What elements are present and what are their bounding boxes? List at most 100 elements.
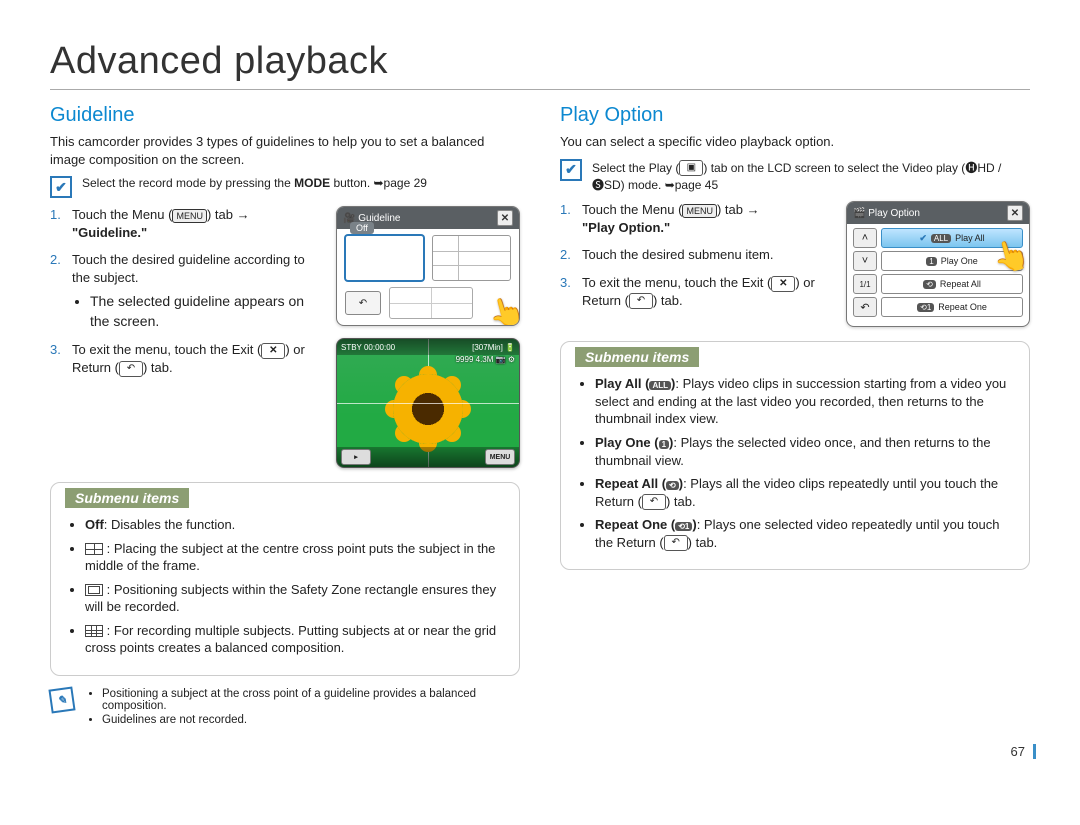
nav-return-button[interactable]: ↶ <box>853 297 877 317</box>
preview-top-left: STBY 00:00:00 <box>341 343 395 352</box>
po-steps: Touch the Menu (MENU) tab → "Play Option… <box>560 201 830 309</box>
play-all-badge-icon: ALL <box>931 234 951 243</box>
po-precheck-b: ) tab on the LCD screen to select the Vi… <box>703 161 965 175</box>
po-step-2: Touch the desired submenu item. <box>560 246 830 264</box>
po-item-label: Repeat All <box>940 279 981 289</box>
g-step1-quote: "Guideline." <box>72 225 147 240</box>
menu-button-icon[interactable]: MENU <box>485 449 515 465</box>
nav-down-button[interactable]: ˅ <box>853 251 877 271</box>
guideline-submenu-title: Submenu items <box>65 488 189 508</box>
thumb-off[interactable]: Off <box>345 235 424 281</box>
menu-icon: MENU <box>682 204 717 218</box>
grid-desc: : For recording multiple subjects. Putti… <box>85 623 496 656</box>
po-precheck-text: Select the Play (▣) tab on the LCD scree… <box>592 159 1030 194</box>
menu-icon: MENU <box>172 209 207 223</box>
playoption-menu-fig: 🎬 Play Option ✕ ˄ ✔ ALL Play All <box>846 201 1030 327</box>
note-1: Positioning a subject at the cross point… <box>102 688 520 712</box>
pa-bold: Play All ( <box>595 376 649 391</box>
ra-desc-b: ) tab. <box>666 494 696 509</box>
po-step-1: Touch the Menu (MENU) tab → "Play Option… <box>560 201 830 236</box>
precheck-check-icon: ✔ <box>50 176 72 198</box>
off-desc: : Disables the function. <box>104 517 236 532</box>
playoption-heading: Play Option <box>560 104 1030 127</box>
thumb-grid[interactable] <box>432 235 511 281</box>
po-step3-a: To exit the menu, touch the Exit ( <box>582 275 771 290</box>
precheck-prefix: Select the record mode by pressing the <box>82 176 294 190</box>
g-step3-a: To exit the menu, touch the Exit ( <box>72 342 261 357</box>
cross-icon <box>85 543 103 555</box>
return-icon: ↶ <box>629 293 653 309</box>
playoption-submenu-box: Submenu items Play All (ALL): Plays vide… <box>560 341 1030 570</box>
r1-bold: Repeat One ( <box>595 517 675 532</box>
po-steps-and-fig: Touch the Menu (MENU) tab → "Play Option… <box>560 201 1030 327</box>
g-step1-b: ) tab → <box>207 207 250 222</box>
po-step1-b: ) tab → <box>717 202 760 217</box>
guideline-submenu-box: Submenu items Off: Disables the function… <box>50 482 520 676</box>
po-item-label: Repeat One <box>938 302 987 312</box>
submenu-repeat-one: Repeat One (⟲1): Plays one selected vide… <box>595 516 1015 551</box>
po-list: ˄ ✔ ALL Play All ˅ 1 Play One <box>847 224 1029 326</box>
play-tab-icon: ▣ <box>679 160 703 176</box>
po-step1-quote: "Play Option." <box>582 220 670 235</box>
preview-top-bar: STBY 00:00:00 [307Min] 🔋 <box>337 339 519 355</box>
po-fig-header: 🎬 Play Option ✕ <box>847 202 1029 224</box>
submenu-play-one: Play One (1): Plays the selected video o… <box>595 434 1015 469</box>
exit-x-icon: ✕ <box>771 276 795 292</box>
po-step-3: To exit the menu, touch the Exit (✕) or … <box>560 274 830 309</box>
po-step1-a: Touch the Menu ( <box>582 202 682 217</box>
repeat-one-badge-icon: ⟲1 <box>675 522 692 531</box>
po-precheck: ✔ Select the Play (▣) tab on the LCD scr… <box>560 159 1030 194</box>
guideline-steps-and-fig: Touch the Menu (MENU) tab → "Guideline."… <box>50 206 520 468</box>
thumb-cross[interactable] <box>389 287 473 319</box>
page-number: 67 <box>1011 744 1036 759</box>
submenu-repeat-all: Repeat All (⟲): Plays all the video clip… <box>595 475 1015 510</box>
po-precheck-a: Select the Play ( <box>592 161 679 175</box>
ra-bold: Repeat All ( <box>595 476 666 491</box>
exit-x-icon: ✕ <box>261 343 285 359</box>
guideline-steps: Touch the Menu (MENU) tab → "Guideline."… <box>50 206 320 377</box>
fig-grid-row: Off <box>337 229 519 287</box>
precheck-suffix: button. ➥page 29 <box>330 176 427 190</box>
po-submenu-title: Submenu items <box>575 347 699 367</box>
fig-return-button[interactable]: ↶ <box>345 291 381 315</box>
po-precheck-icon: ✔ <box>560 159 582 181</box>
return-icon: ↶ <box>664 535 688 551</box>
guideline-intro: This camcorder provides 3 types of guide… <box>50 133 520 168</box>
repeat-all-badge-icon: ⟲ <box>923 280 936 289</box>
p1-bold: Play One ( <box>595 435 659 450</box>
g-step3-c: ) tab. <box>143 360 173 375</box>
cross-desc: : Placing the subject at the centre cros… <box>85 541 495 574</box>
precheck-row: ✔ Select the record mode by pressing the… <box>50 176 520 198</box>
po-precheck-c: ) mode. ➥page 45 <box>621 178 718 192</box>
preview-line2: 9999 4.3M 📷 ⚙ <box>456 355 515 364</box>
page-title: Advanced playback <box>50 40 1030 90</box>
note-icon: ✎ <box>48 686 75 713</box>
play-button-icon[interactable]: ▸ <box>341 449 371 465</box>
fig-close-icon[interactable]: ✕ <box>497 210 513 226</box>
off-bold: Off <box>85 517 104 532</box>
guideline-step-1: Touch the Menu (MENU) tab → "Guideline." <box>50 206 320 241</box>
submenu-safe: : Positioning subjects within the Safety… <box>85 581 505 616</box>
g-step2-text: Touch the desired guideline according to… <box>72 252 305 285</box>
play-one-badge-icon: 1 <box>659 440 669 449</box>
nav-up-button[interactable]: ˄ <box>853 228 877 248</box>
g-step1-a: Touch the Menu ( <box>72 207 172 222</box>
po-item-label: Play All <box>955 233 985 243</box>
submenu-off: Off: Disables the function. <box>85 516 505 534</box>
safe-desc: : Positioning subjects within the Safety… <box>85 582 496 615</box>
po-fig-close-icon[interactable]: ✕ <box>1007 205 1023 221</box>
playoption-section: Play Option You can select a specific vi… <box>560 104 1030 728</box>
submenu-play-all: Play All (ALL): Plays video clips in suc… <box>595 375 1015 428</box>
submenu-cross: : Placing the subject at the centre cros… <box>85 540 505 575</box>
columns: Guideline This camcorder provides 3 type… <box>50 104 1030 728</box>
guideline-preview-fig: STBY 00:00:00 [307Min] 🔋 9999 4.3M 📷 ⚙ ▸… <box>336 338 520 468</box>
preview-bottom-bar: ▸ MENU <box>337 447 519 467</box>
play-all-badge-icon: ALL <box>649 381 671 390</box>
guideline-menu-fig: 🎥 Guideline ✕ Off ↶ <box>336 206 520 326</box>
sunflower-image <box>393 374 463 444</box>
po-item-repeat-one[interactable]: ⟲1 Repeat One <box>881 297 1023 317</box>
guideline-step-3: To exit the menu, touch the Exit (✕) or … <box>50 341 320 376</box>
guideline-heading: Guideline <box>50 104 520 127</box>
grid-icon <box>85 625 103 637</box>
po-step3-c: ) tab. <box>653 293 683 308</box>
